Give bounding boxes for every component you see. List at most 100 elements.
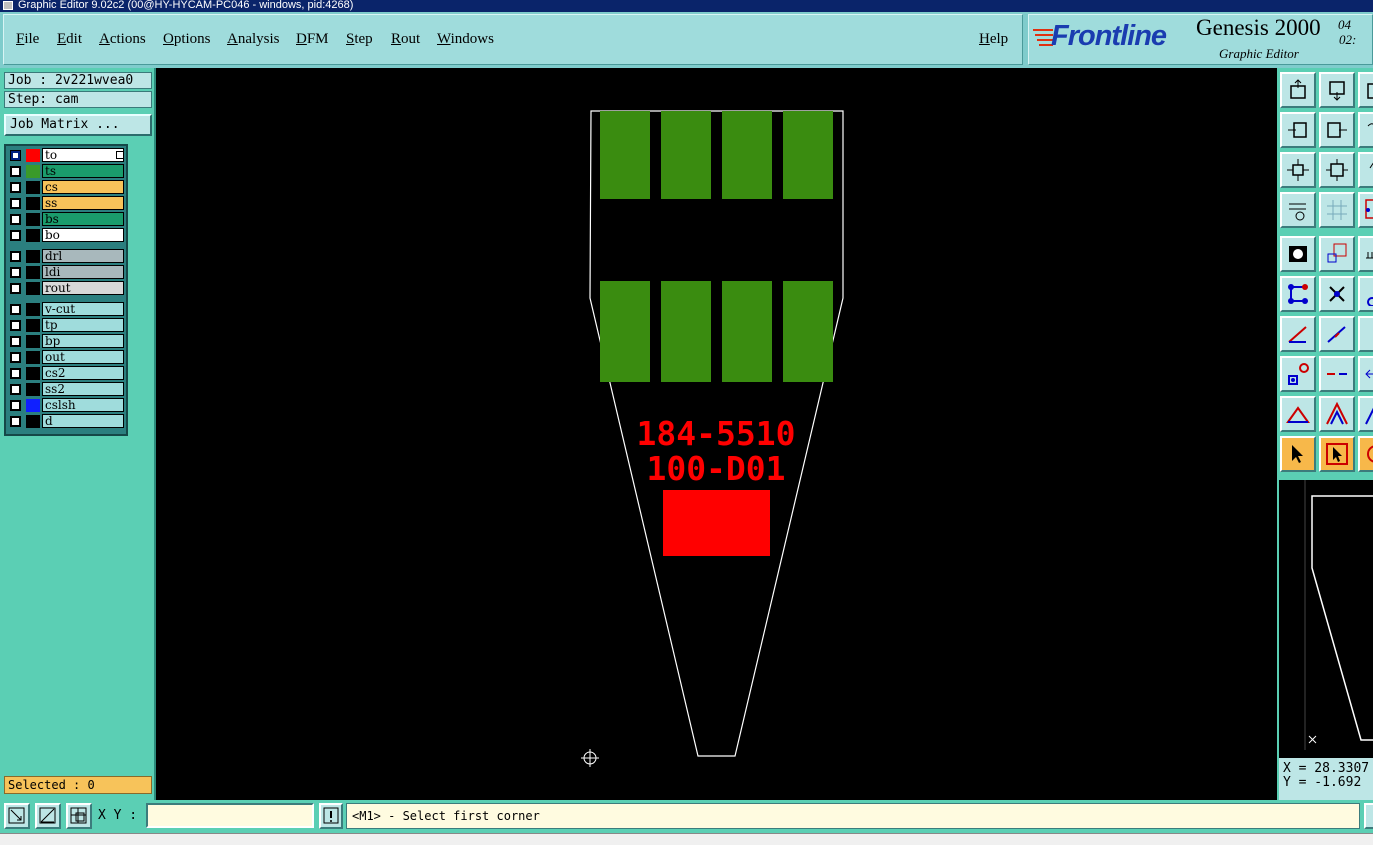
copper-pad[interactable] — [783, 111, 833, 199]
menu-analysis[interactable]: Analysis — [227, 31, 280, 48]
redo-button[interactable] — [1358, 152, 1373, 188]
layer-name[interactable]: ss2 — [42, 382, 124, 396]
layer-checkbox[interactable] — [10, 304, 21, 315]
alert-button[interactable] — [319, 803, 343, 829]
layer-checkbox[interactable] — [10, 251, 21, 262]
menu-help[interactable]: Help — [979, 31, 1008, 48]
layer-row-out[interactable]: out — [8, 350, 126, 365]
arrow-left-button[interactable] — [1358, 356, 1373, 392]
layer-row-ldi[interactable]: ldi — [8, 265, 126, 280]
layer-row-bo[interactable]: bo — [8, 228, 126, 243]
layer-name[interactable]: ldi — [42, 265, 124, 279]
angle-tool-button[interactable] — [1358, 396, 1373, 432]
layer-row-ts[interactable]: ts — [8, 164, 126, 179]
layer-name[interactable]: cslsh — [42, 398, 124, 412]
grid-snap-button[interactable] — [66, 803, 92, 829]
overview-map[interactable] — [1277, 478, 1373, 758]
layer-color-swatch[interactable] — [26, 165, 40, 178]
layer-color-swatch[interactable] — [26, 229, 40, 242]
zoom-in-button[interactable] — [1280, 152, 1316, 188]
delete-feature-button[interactable] — [1319, 276, 1355, 312]
connect-nodes-button[interactable] — [1280, 276, 1316, 312]
layer-checkbox[interactable] — [10, 416, 21, 427]
layer-color-swatch[interactable] — [26, 383, 40, 396]
peak-tool-button[interactable] — [1319, 396, 1355, 432]
layer-color-swatch[interactable] — [26, 335, 40, 348]
layer-color-swatch[interactable] — [26, 399, 40, 412]
zoom-area-button[interactable] — [4, 803, 30, 829]
layer-checkbox[interactable] — [10, 400, 21, 411]
layer-row-cslsh[interactable]: cslsh — [8, 398, 126, 413]
layer-name[interactable]: rout — [42, 281, 124, 295]
layer-name[interactable]: to — [42, 148, 124, 162]
menu-options[interactable]: Options — [163, 31, 211, 48]
layer-row-cs2[interactable]: cs2 — [8, 366, 126, 381]
layer-color-swatch[interactable] — [26, 250, 40, 263]
copper-pad[interactable] — [722, 281, 772, 382]
layer-row-cs[interactable]: cs — [8, 180, 126, 195]
layer-color-swatch[interactable] — [26, 367, 40, 380]
layer-color-swatch[interactable] — [26, 213, 40, 226]
layer-color-swatch[interactable] — [26, 282, 40, 295]
pan-left-button[interactable] — [1280, 112, 1316, 148]
lasso-select-button[interactable] — [1358, 436, 1373, 472]
line-tool-button[interactable] — [1358, 316, 1373, 352]
layer-checkbox[interactable] — [10, 230, 21, 241]
copper-pad[interactable] — [600, 281, 650, 382]
split-line-button[interactable] — [1319, 356, 1355, 392]
graphic-canvas[interactable]: 184-5510 100-D01 — [158, 68, 1276, 800]
layer-row-bs[interactable]: bs — [8, 212, 126, 227]
circle-tool-button[interactable] — [1358, 276, 1373, 312]
pointer-tool-button[interactable] — [1280, 436, 1316, 472]
copper-pad[interactable] — [600, 111, 650, 199]
copper-pad[interactable] — [783, 281, 833, 382]
add-line-button[interactable] — [1280, 316, 1316, 352]
layer-row-rout[interactable]: rout — [8, 281, 126, 296]
layer-row-drl[interactable]: drl — [8, 249, 126, 264]
settings-tools-button[interactable] — [1280, 192, 1316, 228]
layer-color-swatch[interactable] — [26, 351, 40, 364]
layer-menu-icon[interactable] — [116, 151, 124, 159]
copper-pad[interactable] — [722, 111, 772, 199]
layer-color-swatch[interactable] — [26, 197, 40, 210]
layer-color-swatch[interactable] — [26, 266, 40, 279]
layer-checkbox[interactable] — [10, 182, 21, 193]
layer-row-ss[interactable]: ss — [8, 196, 126, 211]
layer-checkbox[interactable] — [10, 150, 21, 161]
layer-name[interactable]: cs2 — [42, 366, 124, 380]
layer-row-to[interactable]: to — [8, 148, 126, 163]
layer-color-swatch[interactable] — [26, 319, 40, 332]
layer-checkbox[interactable] — [10, 384, 21, 395]
layer-name[interactable]: bp — [42, 334, 124, 348]
layer-name[interactable]: bo — [42, 228, 124, 242]
menu-dfm[interactable]: DFM — [296, 31, 329, 48]
zoom-out-button[interactable] — [1319, 152, 1355, 188]
layer-name[interactable]: d — [42, 414, 124, 428]
undo-button[interactable] — [1358, 112, 1373, 148]
layer-name[interactable]: cs — [42, 180, 124, 194]
zoom-fit-button[interactable] — [1319, 72, 1355, 108]
copper-pad[interactable] — [661, 281, 711, 382]
snap-button[interactable] — [1358, 192, 1373, 228]
layer-checkbox[interactable] — [10, 166, 21, 177]
layer-checkbox[interactable] — [10, 198, 21, 209]
measure-button[interactable] — [1358, 236, 1373, 272]
menu-step[interactable]: Step — [346, 31, 373, 48]
layer-name[interactable]: v-cut — [42, 302, 124, 316]
layer-checkbox[interactable] — [10, 267, 21, 278]
scroll-right-button[interactable] — [1364, 803, 1373, 829]
measure-angle-button[interactable] — [35, 803, 61, 829]
layer-color-swatch[interactable] — [26, 303, 40, 316]
layer-color-swatch[interactable] — [26, 415, 40, 428]
select-box-button[interactable] — [1319, 436, 1355, 472]
menu-edit[interactable]: Edit — [57, 31, 82, 48]
layer-checkbox[interactable] — [10, 336, 21, 347]
layer-name[interactable]: ss — [42, 196, 124, 210]
menu-actions[interactable]: Actions — [99, 31, 146, 48]
layer-color-swatch[interactable] — [26, 149, 40, 162]
layer-row-d[interactable]: d — [8, 414, 126, 429]
copper-pad[interactable] — [661, 111, 711, 199]
zoom-back-button[interactable] — [1358, 72, 1373, 108]
pan-right-button[interactable] — [1319, 112, 1355, 148]
add-pad-button[interactable] — [1319, 236, 1355, 272]
